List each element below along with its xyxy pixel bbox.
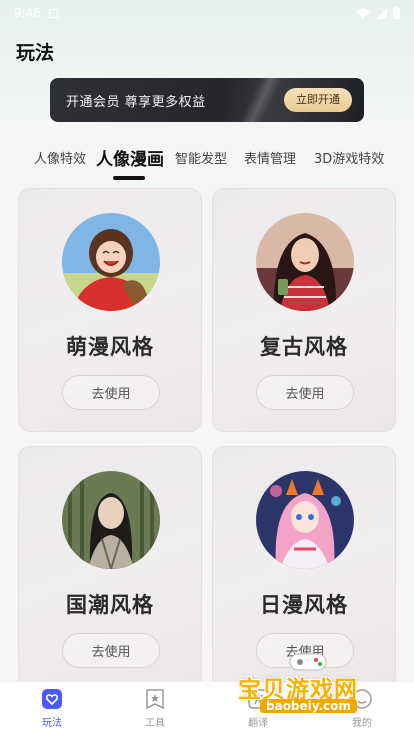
style-name: 复古风格	[260, 335, 348, 359]
wifi-icon	[356, 8, 370, 19]
nav-label: 翻译	[248, 718, 268, 729]
translate-icon	[248, 689, 268, 709]
style-name: 国潮风格	[66, 593, 154, 617]
status-icons	[356, 7, 400, 19]
nav-label: 玩法	[42, 718, 62, 729]
use-style-button[interactable]: 去使用	[256, 633, 354, 668]
activate-vip-button[interactable]: 立即开通	[284, 88, 352, 112]
vip-banner[interactable]: 开通会员 尊享更多权益 立即开通	[50, 78, 364, 122]
nav-item-tools[interactable]: 工具	[125, 688, 185, 729]
vip-banner-text: 开通会员 尊享更多权益	[66, 94, 206, 110]
nav-item-translate[interactable]: 翻译	[228, 688, 288, 729]
style-name: 日漫风格	[260, 593, 348, 617]
star-icon	[146, 689, 164, 710]
bottom-navigation: 玩法 工具 翻译 我的	[0, 681, 414, 737]
notification-icon	[48, 8, 58, 18]
cute-anime-preview-image	[62, 213, 160, 311]
guochao-preview-image	[62, 471, 160, 569]
tab-smart-hairstyle[interactable]: 智能发型	[175, 148, 227, 167]
tab-portrait-effects[interactable]: 人像特效	[34, 148, 86, 167]
active-tab-indicator	[113, 176, 145, 180]
style-card-japanese-anime[interactable]: 日漫风格 去使用	[212, 446, 396, 690]
style-name: 萌漫风格	[66, 335, 154, 359]
heart-icon	[42, 689, 62, 709]
nav-label: 我的	[352, 718, 372, 729]
style-card-cute-anime[interactable]: 萌漫风格 去使用	[18, 188, 202, 432]
japanese-anime-preview-image	[256, 471, 354, 569]
category-tabs: 人像特效 人像漫画 智能发型 表情管理 3D游戏特效	[0, 140, 414, 180]
status-bar: 9:46	[0, 0, 414, 26]
use-style-button[interactable]: 去使用	[256, 375, 354, 410]
retro-preview-image	[256, 213, 354, 311]
style-card-guochao[interactable]: 国潮风格 去使用	[18, 446, 202, 690]
use-style-button[interactable]: 去使用	[62, 633, 160, 668]
nav-label: 工具	[145, 718, 165, 729]
style-card-retro[interactable]: 复古风格 去使用	[212, 188, 396, 432]
tab-3d-game-effects[interactable]: 3D游戏特效	[314, 148, 384, 167]
tab-expression-management[interactable]: 表情管理	[244, 148, 296, 167]
battery-icon	[393, 7, 400, 19]
nav-item-play[interactable]: 玩法	[22, 688, 82, 729]
tab-portrait-comics[interactable]: 人像漫画	[96, 145, 164, 170]
signal-icon	[376, 7, 387, 19]
user-icon	[352, 689, 372, 709]
nav-item-mine[interactable]: 我的	[332, 688, 392, 729]
status-time: 9:46	[14, 6, 41, 20]
use-style-button[interactable]: 去使用	[62, 375, 160, 410]
page-title: 玩法	[16, 42, 55, 64]
